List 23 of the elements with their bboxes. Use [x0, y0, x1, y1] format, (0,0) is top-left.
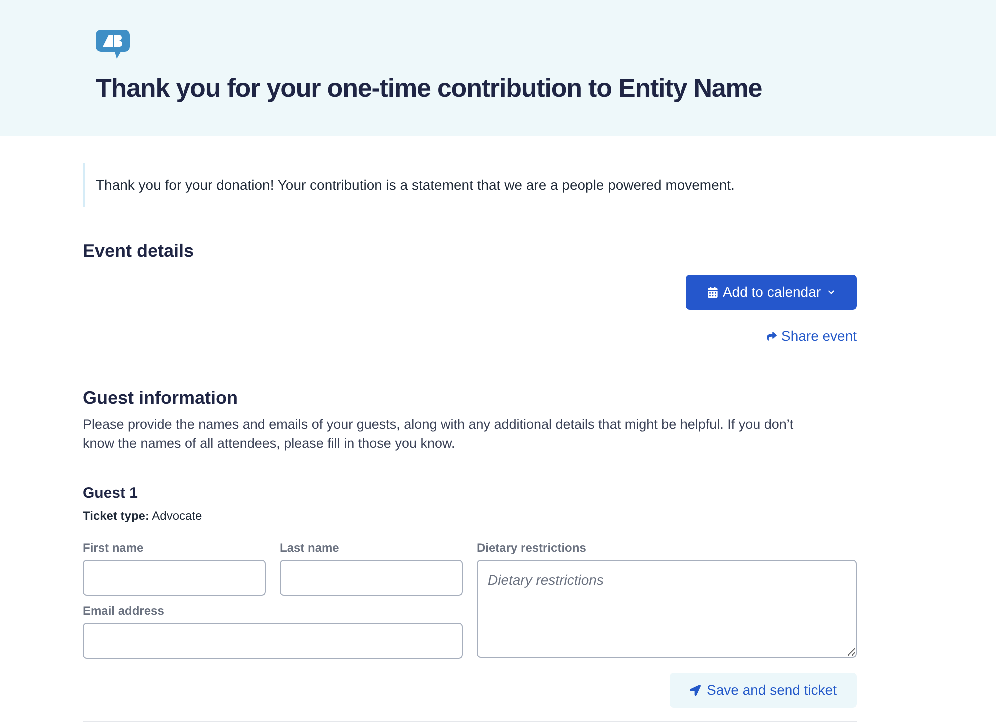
first-name-label: First name	[83, 540, 145, 556]
share-event-link[interactable]: Share event	[766, 326, 857, 346]
last-name-label: Last name	[280, 540, 340, 556]
guest-information-heading: Guest information	[83, 387, 240, 410]
caret-icon	[828, 289, 836, 296]
ticket-type-text: Ticket type: Advocate	[83, 508, 204, 524]
first-name-input[interactable]	[83, 560, 266, 596]
dietary-restrictions-textarea[interactable]: Dietary restrictions	[477, 560, 857, 658]
email-address-input[interactable]	[83, 623, 463, 659]
guest-information-description: Please provide the names and emails of your guests, along with any additional details that might be helpful. If you don’t know the names of all attendees, please fill in those you know.	[83, 416, 795, 453]
share-icon	[766, 330, 776, 342]
calendar-icon	[708, 287, 718, 298]
dietary-restrictions-label: Dietary restrictions	[477, 540, 588, 556]
logo-icon	[96, 30, 130, 59]
email-address-label: Email address	[83, 603, 166, 619]
last-name-input[interactable]	[280, 560, 463, 596]
notice-text: Thank you for your donation! Your contribution is a statement that we are a people powered movement.	[96, 176, 736, 195]
page-title: Thank you for your one-time contribution to Entity Name	[96, 72, 764, 104]
add-to-calendar-button[interactable]: Add to calendar	[686, 275, 857, 310]
guest-heading: Guest 1	[83, 484, 140, 504]
paper-plane-icon	[690, 685, 702, 696]
save-and-send-ticket-button[interactable]: Save and send ticket	[670, 673, 857, 708]
event-details-heading: Event details	[83, 240, 196, 263]
